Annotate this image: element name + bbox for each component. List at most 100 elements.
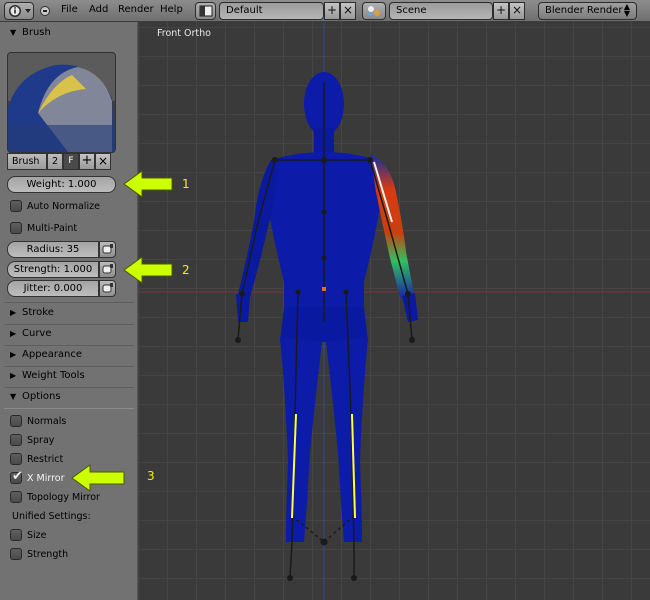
layout-browse-button[interactable] [195, 2, 216, 20]
auto-normalize-checkbox[interactable] [10, 200, 22, 212]
collapsed-arrow-icon: ▶ [10, 350, 17, 359]
menu-add[interactable]: Add [89, 4, 108, 15]
restrict-checkbox[interactable] [10, 453, 22, 465]
fake-user-button[interactable]: F [63, 153, 79, 170]
close-icon: × [342, 3, 354, 17]
normals-checkbox[interactable] [10, 415, 22, 427]
annotation-number-2: 2 [182, 263, 190, 277]
brush-users-count[interactable]: 2 [47, 153, 63, 170]
annotation-number-1: 1 [182, 177, 190, 191]
layout-icon [199, 5, 213, 17]
multi-paint-checkbox[interactable] [10, 222, 22, 234]
strength-label: Strength: 1.000 [13, 264, 93, 275]
auto-normalize-label: Auto Normalize [27, 201, 100, 212]
radius-slider[interactable]: Radius: 35 [7, 241, 99, 258]
x-mirror-checkbox[interactable]: ✔ [10, 469, 23, 484]
updown-arrows-icon: ▲ ▼ [623, 2, 630, 18]
annotation-number-3: 3 [147, 469, 155, 483]
curve-panel-header[interactable]: ▶ Curve [0, 325, 137, 345]
brush-preview[interactable] [7, 52, 116, 153]
editor-type-button[interactable] [4, 2, 34, 20]
annotation-arrow-2 [123, 256, 173, 284]
expanded-arrow-icon: ▼ [10, 392, 17, 401]
close-icon: × [511, 3, 523, 17]
brush-users-label: 2 [51, 156, 59, 167]
scene-icon [368, 6, 380, 16]
scene-delete-button[interactable]: × [509, 2, 525, 20]
header-bar: File Add Render Help Default + × Scene +… [0, 0, 650, 22]
brush-add-button[interactable]: + [79, 153, 95, 170]
appearance-title: Appearance [22, 349, 83, 360]
character-mesh [236, 72, 418, 542]
topology-mirror-checkbox[interactable] [10, 491, 22, 503]
brush-name-field[interactable]: Brush [7, 153, 47, 170]
unified-settings-label: Unified Settings: [12, 511, 91, 522]
separator [4, 408, 134, 409]
annotation-arrow-3 [71, 464, 125, 492]
pressure-icon [102, 264, 113, 274]
render-engine-dropdown[interactable]: Blender Render ▲ ▼ [538, 2, 637, 20]
stroke-panel-header[interactable]: ▶ Stroke [0, 304, 137, 324]
multi-paint-label: Multi-Paint [27, 223, 78, 234]
options-title: Options [22, 391, 61, 402]
unified-size-checkbox[interactable] [10, 529, 22, 541]
weight-slider[interactable]: Weight: 1.000 [7, 176, 116, 193]
menu-file[interactable]: File [61, 4, 78, 15]
collapsed-arrow-icon: ▶ [10, 371, 17, 380]
appearance-panel-header[interactable]: ▶ Appearance [0, 346, 137, 366]
jitter-pressure-button[interactable] [99, 280, 116, 297]
strength-pressure-button[interactable] [99, 261, 116, 278]
restrict-label: Restrict [27, 454, 64, 465]
collapsed-arrow-icon: ▶ [10, 329, 17, 338]
brush-panel-header[interactable]: ▼ Brush [0, 24, 137, 44]
layout-add-button[interactable]: + [324, 2, 340, 20]
radius-label: Radius: 35 [26, 244, 80, 255]
annotation-arrow-1 [123, 170, 173, 198]
brush-unlink-button[interactable]: × [95, 153, 111, 170]
brush-name-label: Brush [12, 156, 40, 167]
brush-panel-title: Brush [22, 27, 51, 38]
weight-label: Weight: 1.000 [26, 179, 97, 190]
x-mirror-label: X Mirror [27, 473, 65, 484]
collapse-menu-button[interactable] [40, 6, 50, 16]
menu-render[interactable]: Render [118, 4, 154, 15]
weight-tools-title: Weight Tools [22, 370, 85, 381]
stroke-title: Stroke [22, 307, 54, 318]
layout-delete-button[interactable]: × [340, 2, 356, 20]
spray-label: Spray [27, 435, 55, 446]
menu-help[interactable]: Help [160, 4, 183, 15]
tool-shelf: ▼ Brush Brush 2 F + × Weight: 1.000 Auto … [0, 22, 138, 600]
unified-strength-label: Strength [27, 549, 69, 560]
unified-size-label: Size [27, 530, 47, 541]
normals-label: Normals [27, 416, 67, 427]
render-engine-label: Blender Render [545, 5, 623, 16]
brush-falloff-preview-icon [8, 53, 115, 152]
jitter-label: Jitter: 0.000 [23, 283, 83, 294]
scene-browse-button[interactable] [362, 2, 386, 20]
checkmark-icon: ✔ [12, 469, 23, 484]
expanded-arrow-icon: ▼ [10, 28, 17, 37]
info-icon [9, 5, 31, 17]
options-panel-header[interactable]: ▼ Options [0, 388, 137, 408]
weight-tools-panel-header[interactable]: ▶ Weight Tools [0, 367, 137, 387]
viewport-scene [138, 22, 650, 600]
jitter-slider[interactable]: Jitter: 0.000 [7, 280, 99, 297]
layout-field[interactable]: Default [219, 2, 324, 20]
topology-mirror-label: Topology Mirror [27, 492, 100, 503]
plus-icon: + [326, 3, 338, 17]
collapsed-arrow-icon: ▶ [10, 308, 17, 317]
pressure-icon [102, 244, 113, 254]
scene-add-button[interactable]: + [493, 2, 509, 20]
object-origin [322, 287, 326, 291]
close-icon: × [97, 154, 109, 168]
radius-pressure-button[interactable] [99, 241, 116, 258]
plus-icon: + [495, 3, 507, 17]
3d-viewport[interactable]: Front Ortho [138, 22, 650, 600]
strength-slider[interactable]: Strength: 1.000 [7, 261, 99, 278]
scene-field[interactable]: Scene [389, 2, 493, 20]
curve-title: Curve [22, 328, 52, 339]
unified-strength-checkbox[interactable] [10, 548, 22, 560]
pressure-icon [102, 283, 113, 293]
separator [4, 302, 134, 303]
spray-checkbox[interactable] [10, 434, 22, 446]
